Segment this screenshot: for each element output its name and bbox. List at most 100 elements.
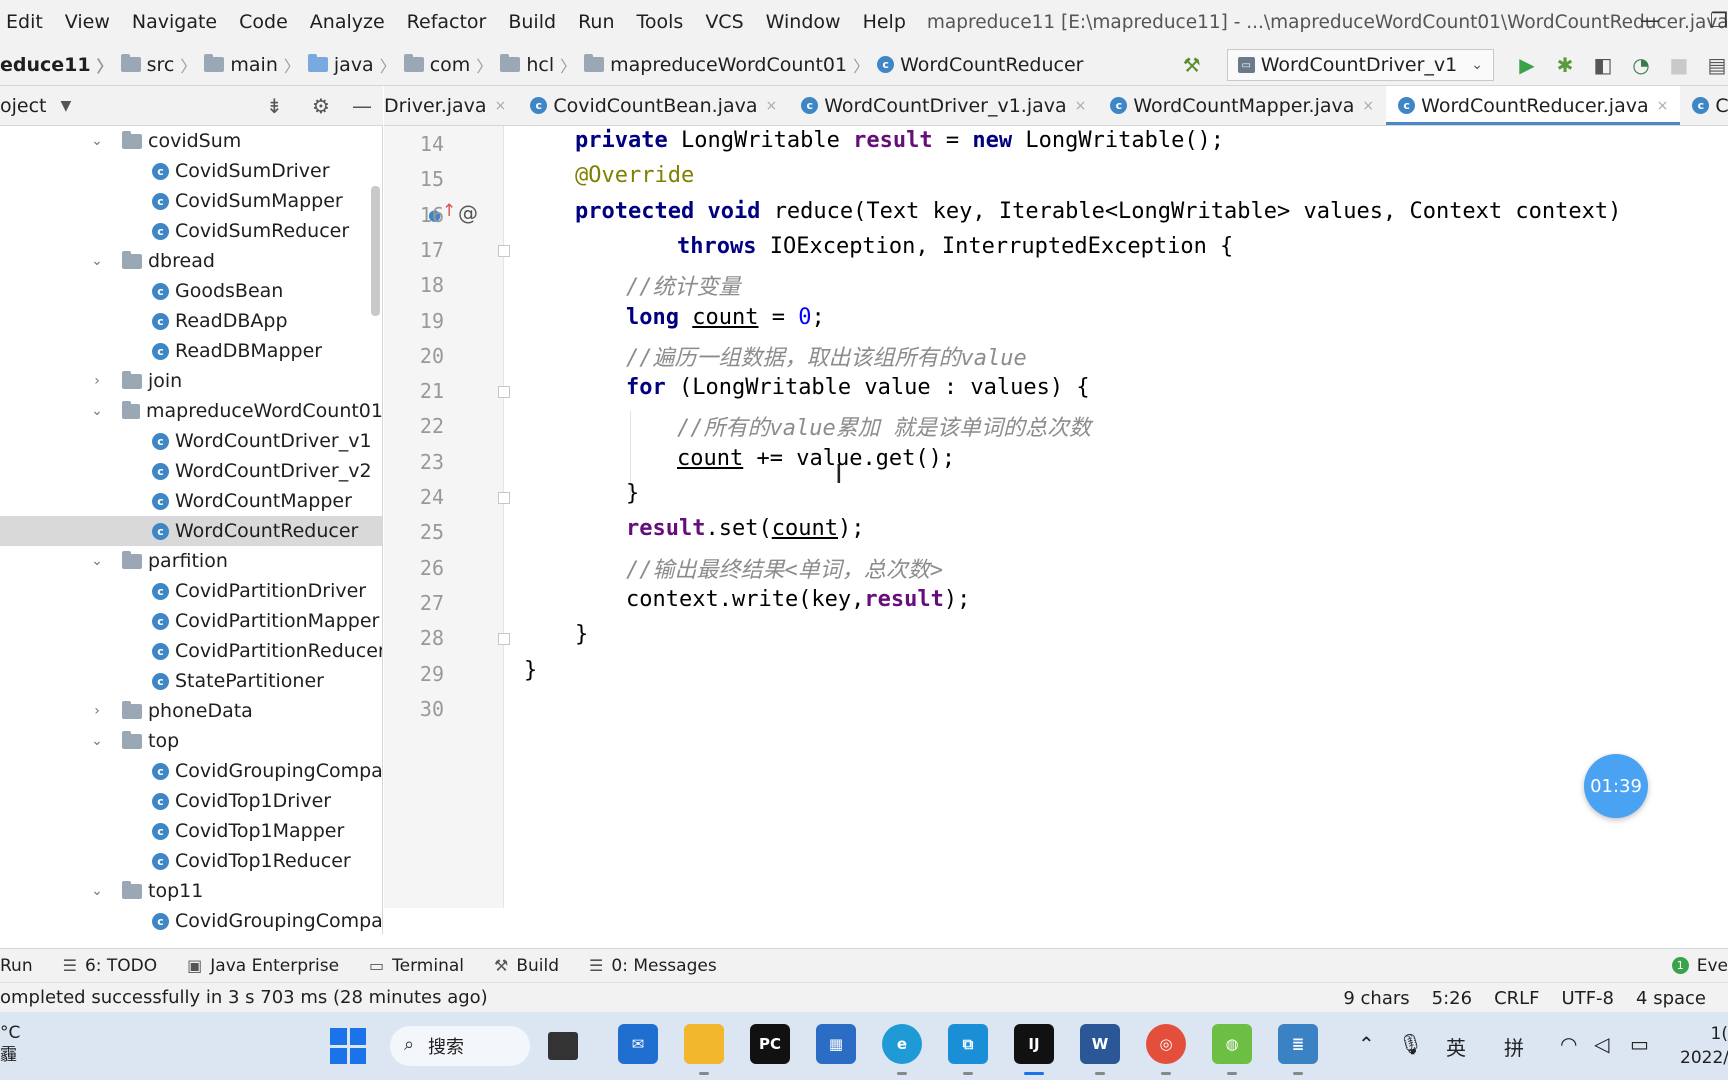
file-explorer-icon[interactable]: [684, 1024, 724, 1064]
event-log-tab[interactable]: 1 Eve: [1671, 956, 1728, 976]
weather-widget[interactable]: °C 霾: [0, 1022, 20, 1066]
menu-item-refactor[interactable]: Refactor: [396, 11, 498, 33]
code-editor[interactable]: ● ↑ @ I 14 private LongWritable result = …: [384, 126, 1728, 908]
chevron-right-icon[interactable]: ›: [90, 373, 104, 389]
intellij-idea-icon[interactable]: IJ: [1014, 1024, 1054, 1064]
tree-folder[interactable]: ⌄ dbread: [0, 246, 382, 276]
tree-class[interactable]: c WordCountDriver_v2: [0, 456, 382, 486]
chevron-right-icon[interactable]: ›: [90, 703, 104, 719]
remote-desktop-icon[interactable]: ⧉: [948, 1024, 988, 1064]
fold-marker-icon[interactable]: [498, 386, 510, 399]
code-line[interactable]: private LongWritable result = new LongWr…: [575, 128, 1224, 153]
code-line[interactable]: @Override: [575, 163, 694, 188]
status-indicator[interactable]: UTF-8: [1562, 988, 1614, 1009]
tree-class[interactable]: c WordCountReducer: [0, 516, 382, 546]
tool-tab[interactable]: ▭ Terminal: [369, 956, 464, 976]
menu-item-view[interactable]: View: [54, 11, 121, 33]
tree-class[interactable]: c CovidGroupingCompara: [0, 906, 382, 934]
wechat-icon[interactable]: ◍: [1212, 1024, 1252, 1064]
project-view-label[interactable]: oject: [0, 95, 47, 117]
tool-tab[interactable]: ☰ 6: TODO: [63, 956, 158, 976]
close-tab-icon[interactable]: ×: [495, 98, 507, 114]
clock[interactable]: 1( 2022/: [1680, 1022, 1728, 1070]
menu-item-analyze[interactable]: Analyze: [299, 11, 396, 33]
tool-tab[interactable]: ☰ 0: Messages: [589, 956, 717, 976]
close-tab-icon[interactable]: ×: [765, 98, 777, 114]
collapse-all-icon[interactable]: ⇟: [266, 94, 283, 118]
code-line[interactable]: //遍历一组数据，取出该组所有的value: [626, 340, 1027, 372]
status-indicator[interactable]: 9 chars: [1343, 988, 1409, 1009]
menu-item-edit[interactable]: Edit: [0, 11, 54, 33]
code-line[interactable]: }: [575, 622, 588, 647]
restore-icon[interactable]: ❐: [1710, 8, 1728, 32]
chevron-down-icon[interactable]: ⌄: [90, 403, 104, 419]
tree-class[interactable]: c CovidPartitionMapper: [0, 606, 382, 636]
windows-start-icon[interactable]: [330, 1028, 366, 1064]
chevron-down-icon[interactable]: ⌄: [90, 253, 104, 269]
code-line[interactable]: //输出最终结果<单词，总次数>: [626, 552, 943, 584]
status-indicator[interactable]: 5:26: [1432, 988, 1472, 1009]
debug-icon[interactable]: ✱: [1554, 53, 1576, 77]
menu-item-run[interactable]: Run: [567, 11, 625, 33]
editor-tab[interactable]: c WordCountReducer.java ×: [1386, 86, 1681, 125]
code-line[interactable]: protected void reduce(Text key, Iterable…: [575, 199, 1621, 224]
close-tab-icon[interactable]: ×: [1362, 98, 1374, 114]
annotation-at-icon[interactable]: @: [458, 201, 478, 225]
status-indicator[interactable]: 4 space: [1636, 988, 1706, 1009]
tree-class[interactable]: c CovidTop1Driver: [0, 786, 382, 816]
show-hidden-icons-icon[interactable]: ⌃: [1358, 1032, 1375, 1056]
tree-class[interactable]: c WordCountDriver_v1: [0, 426, 382, 456]
tool-tab[interactable]: ▣ Java Enterprise: [187, 956, 339, 976]
code-line[interactable]: count += value.get();: [677, 446, 955, 471]
menu-item-code[interactable]: Code: [228, 11, 299, 33]
code-line[interactable]: }: [524, 658, 537, 683]
ime-mode[interactable]: 拼: [1504, 1032, 1524, 1061]
code-line[interactable]: //统计变量: [626, 269, 741, 301]
editor-tab[interactable]: c CovidCountBean.java ×: [518, 86, 789, 125]
tree-class[interactable]: c CovidTop1Mapper: [0, 816, 382, 846]
build-hammer-icon[interactable]: ⚒: [1181, 53, 1203, 77]
code-line[interactable]: long count = 0;: [626, 305, 825, 330]
volume-icon[interactable]: ◁: [1594, 1032, 1609, 1056]
chevron-down-icon[interactable]: ⌄: [90, 553, 104, 569]
breadcrumb-item[interactable]: mapreduceWordCount01 〉: [584, 53, 877, 77]
menu-item-navigate[interactable]: Navigate: [121, 11, 228, 33]
tree-class[interactable]: c CovidSumDriver: [0, 156, 382, 186]
chevron-down-icon[interactable]: ⌄: [90, 733, 104, 749]
tree-class[interactable]: c CovidGroupingCompara: [0, 756, 382, 786]
menu-item-window[interactable]: Window: [755, 11, 852, 33]
status-indicator[interactable]: CRLF: [1494, 988, 1539, 1009]
code-line[interactable]: }: [626, 481, 639, 506]
browser-icon[interactable]: ◎: [1146, 1024, 1186, 1064]
chevron-down-icon[interactable]: ⌄: [90, 133, 104, 149]
ime-language[interactable]: 英: [1446, 1032, 1466, 1061]
tree-folder[interactable]: ⌄ top11: [0, 876, 382, 906]
tree-class[interactable]: c CovidSumMapper: [0, 186, 382, 216]
fold-marker-icon[interactable]: [498, 633, 510, 646]
editor-tab[interactable]: c CovidPa: [1680, 86, 1728, 125]
pycharm-icon[interactable]: PC: [750, 1024, 790, 1064]
code-line[interactable]: //所有的value累加 就是该单词的总次数: [677, 410, 1091, 442]
chevron-down-icon[interactable]: ▼: [61, 98, 72, 114]
edge-icon[interactable]: e: [882, 1024, 922, 1064]
breadcrumb-item[interactable]: educe11 〉: [0, 53, 121, 77]
notepad-icon[interactable]: ≣: [1278, 1024, 1318, 1064]
word-icon[interactable]: W: [1080, 1024, 1120, 1064]
chevron-down-icon[interactable]: ⌄: [90, 883, 104, 899]
tree-folder[interactable]: ⌄ parfition: [0, 546, 382, 576]
store-icon[interactable]: ▦: [816, 1024, 856, 1064]
battery-icon[interactable]: ▭: [1630, 1032, 1649, 1056]
taskbar-search[interactable]: ⌕ 搜索: [390, 1026, 530, 1066]
tree-folder[interactable]: ⌄ mapreduceWordCount01: [0, 396, 382, 426]
tree-class[interactable]: c StatePartitioner: [0, 666, 382, 696]
status-message[interactable]: ompleted successfully in 3 s 703 ms (28 …: [0, 987, 488, 1008]
project-structure-icon[interactable]: ▤: [1706, 53, 1728, 77]
close-tab-icon[interactable]: ×: [1657, 98, 1669, 114]
tool-tab[interactable]: Run: [0, 956, 33, 976]
code-line[interactable]: context.write(key,result);: [626, 587, 970, 612]
minimize-icon[interactable]: —: [1640, 8, 1660, 32]
tool-tab[interactable]: ⚒ Build: [494, 956, 559, 976]
stop-icon[interactable]: ■: [1668, 53, 1690, 77]
breadcrumb-item[interactable]: c WordCountReducer: [877, 54, 1083, 76]
breadcrumb-item[interactable]: java 〉: [307, 53, 404, 77]
